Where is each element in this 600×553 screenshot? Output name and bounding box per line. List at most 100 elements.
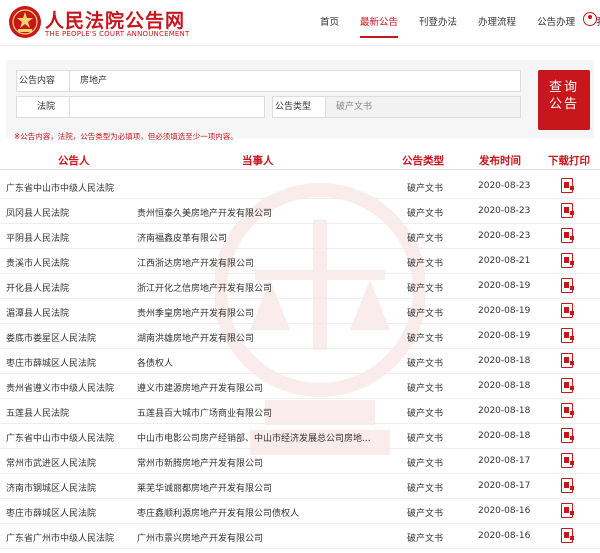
row-court: 湄潭县人民法院 — [6, 309, 70, 319]
brand-name-en: THE PEOPLE'S COURT ANNOUNCEMENT — [45, 30, 190, 38]
table-row[interactable]: 平阴县人民法院 济南福鑫皮革有限公司 破产文书 2020-08-23 — [0, 224, 600, 249]
row-date: 2020-08-19 — [478, 281, 531, 291]
pdf-download-icon[interactable] — [561, 278, 574, 293]
pdf-download-icon[interactable] — [561, 378, 574, 393]
row-type: 破产文书 — [407, 184, 444, 194]
row-type: 破产文书 — [407, 409, 444, 419]
row-type: 破产文书 — [407, 534, 444, 544]
row-party: 五莲县百大城市广场商业有限公司 — [137, 409, 273, 419]
row-court: 平阴县人民法院 — [6, 234, 70, 244]
row-type: 破产文书 — [407, 359, 444, 369]
row-court: 娄底市娄星区人民法院 — [6, 334, 97, 344]
row-date: 2020-08-23 — [478, 206, 531, 216]
court-emblem-icon[interactable] — [8, 5, 42, 39]
table-row[interactable]: 枣庄市薛城区人民法院 枣庄鑫顺利源房地产开发有限公司债权人 破产文书 2020-… — [0, 499, 600, 524]
row-type: 破产文书 — [407, 384, 444, 394]
court-input[interactable] — [69, 96, 265, 118]
row-court: 贵州省遵义市中级人民法院 — [6, 384, 115, 394]
nav-process[interactable]: 办理流程 — [478, 14, 516, 38]
table-header: 公告人 当事人 公告类型 发布时间 下载打印 — [0, 148, 600, 170]
row-date: 2020-08-19 — [478, 306, 531, 316]
pdf-download-icon[interactable] — [561, 228, 574, 243]
pdf-download-icon[interactable] — [561, 178, 574, 193]
table-row[interactable]: 广东省中山市中级人民法院 破产文书 2020-08-23 — [0, 174, 600, 199]
row-date: 2020-08-19 — [478, 331, 531, 341]
row-party: 济南福鑫皮革有限公司 — [137, 234, 228, 244]
nav-latest[interactable]: 最新公告 — [360, 14, 399, 38]
row-court: 广东省中山市中级人民法院 — [6, 184, 115, 194]
pdf-download-icon[interactable] — [561, 203, 574, 218]
row-party: 广州市景兴房地产开发有限公司 — [137, 534, 264, 544]
row-type: 破产文书 — [407, 509, 444, 519]
row-court: 常州市武进区人民法院 — [6, 459, 97, 469]
search-button-label-2: 公告 — [548, 97, 579, 112]
table-row[interactable]: 凤冈县人民法院 贵州恒泰久美房地产开发有限公司 破产文书 2020-08-23 — [0, 199, 600, 224]
row-date: 2020-08-23 — [478, 181, 531, 191]
main-nav: 首页 最新公告 刊登办法 办理流程 公告办理 我的 — [320, 14, 600, 38]
pdf-download-icon[interactable] — [561, 453, 574, 468]
row-type: 破产文书 — [407, 309, 444, 319]
row-party: 湖南洪雄房地产开发有限公司 — [137, 334, 255, 344]
content-label: 公告内容 — [16, 70, 70, 92]
row-type: 破产文书 — [407, 484, 444, 494]
type-select[interactable]: 破产文书 — [325, 96, 521, 118]
brand-name[interactable]: 人民法院公告网 — [45, 6, 185, 33]
col-party: 当事人 — [242, 155, 274, 167]
table-row[interactable]: 广东省广州市中级人民法院 广州市景兴房地产开发有限公司 破产文书 2020-08… — [0, 524, 600, 549]
row-type: 破产文书 — [407, 459, 444, 469]
table-row[interactable]: 湄潭县人民法院 贵州季皇房地产开发有限公司 破产文书 2020-08-19 — [0, 299, 600, 324]
content-input[interactable]: 房地产 — [69, 70, 521, 92]
row-court: 五莲县人民法院 — [6, 409, 70, 419]
row-date: 2020-08-21 — [478, 256, 531, 266]
row-date: 2020-08-18 — [478, 406, 531, 416]
col-date: 发布时间 — [479, 155, 521, 167]
row-court: 贵溪市人民法院 — [6, 259, 70, 269]
table-row[interactable]: 济南市钢城区人民法院 莱芜华诚丽都房地产开发有限公司 破产文书 2020-08-… — [0, 474, 600, 499]
table-row[interactable]: 贵州省遵义市中级人民法院 遵义市建源房地产开发有限公司 破产文书 2020-08… — [0, 374, 600, 399]
row-party: 各债权人 — [137, 359, 174, 369]
pdf-download-icon[interactable] — [561, 503, 574, 518]
nav-home[interactable]: 首页 — [320, 14, 339, 38]
row-party: 莱芜华诚丽都房地产开发有限公司 — [137, 484, 273, 494]
row-party: 遵义市建源房地产开发有限公司 — [137, 384, 264, 394]
row-party: 江西浙达房地产开发有限公司 — [137, 259, 255, 269]
row-court: 广东省广州市中级人民法院 — [6, 534, 115, 544]
table-row[interactable]: 贵溪市人民法院 江西浙达房地产开发有限公司 破产文书 2020-08-21 — [0, 249, 600, 274]
pdf-download-icon[interactable] — [561, 428, 574, 443]
pdf-download-icon[interactable] — [561, 328, 574, 343]
table-row[interactable]: 五莲县人民法院 五莲县百大城市广场商业有限公司 破产文书 2020-08-18 — [0, 399, 600, 424]
search-button[interactable]: 查询 公告 — [538, 70, 590, 130]
pdf-download-icon[interactable] — [561, 253, 574, 268]
pdf-download-icon[interactable] — [561, 528, 574, 543]
table-row[interactable]: 枣庄市薛城区人民法院 各债权人 破产文书 2020-08-18 — [0, 349, 600, 374]
table-row[interactable]: 广东省中山市中级人民法院 中山市电影公司房产经销部、中山市经济发展总公司房地..… — [0, 424, 600, 449]
site-header: 人民法院公告网 THE PEOPLE'S COURT ANNOUNCEMENT … — [0, 0, 600, 46]
table-row[interactable]: 娄底市娄星区人民法院 湖南洪雄房地产开发有限公司 破产文书 2020-08-19 — [0, 324, 600, 349]
pdf-download-icon[interactable] — [561, 478, 574, 493]
row-type: 破产文书 — [407, 234, 444, 244]
row-court: 开化县人民法院 — [6, 284, 70, 294]
row-party: 贵州季皇房地产开发有限公司 — [137, 309, 255, 319]
col-court: 公告人 — [58, 155, 90, 167]
row-party: 中山市电影公司房产经销部、中山市经济发展总公司房地... — [137, 434, 371, 444]
nav-publish-method[interactable]: 刊登办法 — [419, 14, 457, 38]
search-button-label-1: 查询 — [548, 80, 579, 95]
pdf-download-icon[interactable] — [561, 403, 574, 418]
table-row[interactable]: 常州市武进区人民法院 常州市新腾房地产开发有限公司 破产文书 2020-08-1… — [0, 449, 600, 474]
table-row[interactable]: 开化县人民法院 浙江开化之信房地产开发有限公司 破产文书 2020-08-19 — [0, 274, 600, 299]
row-date: 2020-08-16 — [478, 531, 531, 541]
row-court: 枣庄市薛城区人民法院 — [6, 509, 97, 519]
nav-handle[interactable]: 公告办理 — [537, 14, 575, 38]
pdf-download-icon[interactable] — [561, 353, 574, 368]
row-date: 2020-08-17 — [478, 456, 531, 466]
row-type: 破产文书 — [407, 334, 444, 344]
col-download: 下载打印 — [548, 155, 590, 167]
row-type: 破产文书 — [407, 209, 444, 219]
row-date: 2020-08-23 — [478, 231, 531, 241]
user-icon[interactable] — [583, 12, 597, 26]
row-type: 破产文书 — [407, 284, 444, 294]
row-court: 枣庄市薛城区人民法院 — [6, 359, 97, 369]
row-party: 浙江开化之信房地产开发有限公司 — [137, 284, 273, 294]
pdf-download-icon[interactable] — [561, 303, 574, 318]
col-type: 公告类型 — [402, 155, 444, 167]
